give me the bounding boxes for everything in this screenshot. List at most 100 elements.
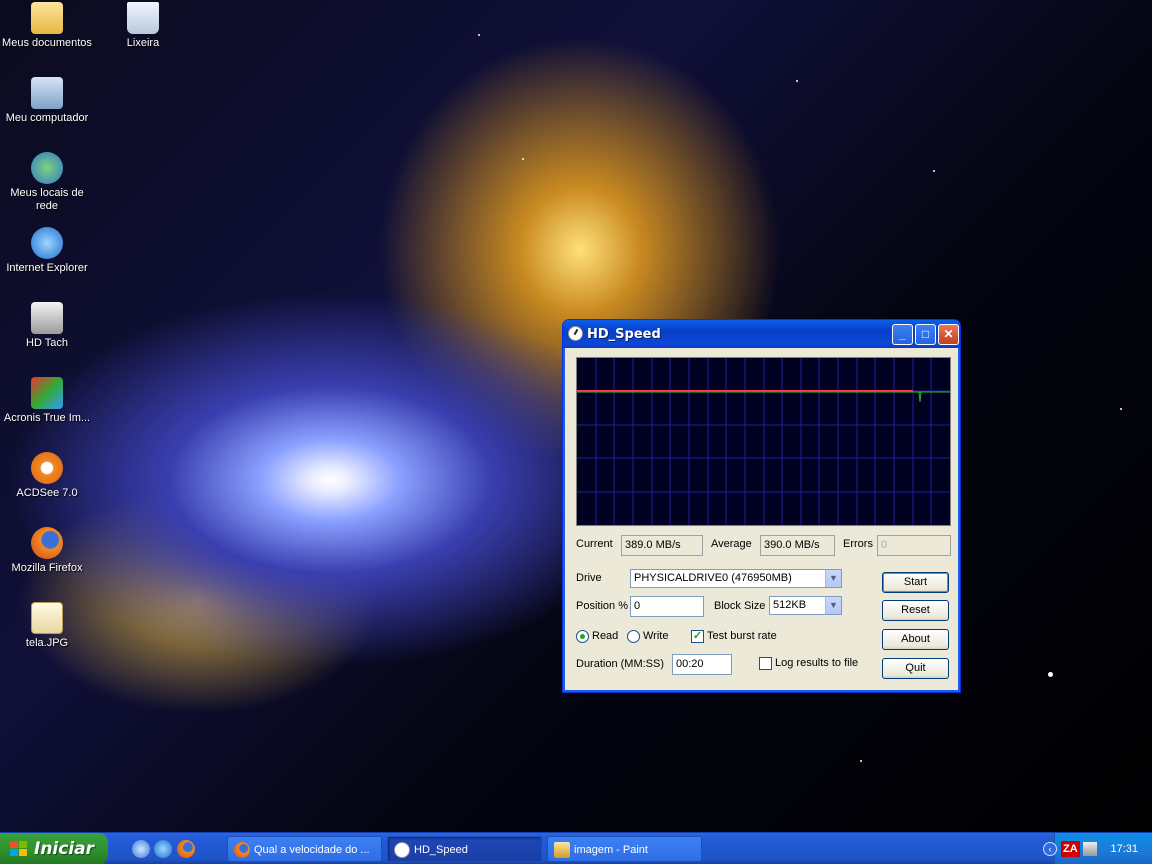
internet-explorer-icon[interactable] bbox=[154, 840, 172, 858]
maximize-button[interactable]: □ bbox=[915, 324, 936, 345]
errors-value: 0 bbox=[877, 535, 951, 556]
block-size-select-value: 512KB bbox=[773, 599, 807, 611]
firefox-icon bbox=[31, 527, 63, 559]
quit-button[interactable]: Quit bbox=[882, 658, 949, 679]
task-hd-speed[interactable]: HD_Speed bbox=[387, 836, 542, 862]
log-checkbox[interactable] bbox=[759, 657, 772, 670]
task-firefox[interactable]: Qual a velocidade do ... bbox=[227, 836, 382, 862]
graph-grid bbox=[577, 358, 950, 525]
position-label: Position % bbox=[576, 600, 628, 612]
desktop-icon-label: Mozilla Firefox bbox=[11, 562, 83, 574]
task-label: imagem - Paint bbox=[574, 844, 648, 856]
paint-icon bbox=[554, 842, 570, 858]
desktop-icon-hd-tach[interactable]: HD Tach bbox=[1, 302, 93, 350]
star bbox=[933, 170, 935, 172]
computer-icon bbox=[31, 77, 63, 109]
drive-select[interactable]: PHYSICALDRIVE0 (476950MB) ▼ bbox=[630, 569, 842, 588]
star bbox=[1120, 408, 1122, 410]
about-button[interactable]: About bbox=[882, 629, 949, 650]
star bbox=[1048, 672, 1053, 677]
hd-tach-icon bbox=[31, 302, 63, 334]
speed-graph-svg bbox=[577, 358, 950, 525]
desktop-icon-label: tela.JPG bbox=[25, 637, 69, 649]
burst-checkbox[interactable]: ✓ bbox=[691, 630, 704, 643]
clock: 17:31 bbox=[1110, 843, 1138, 855]
task-paint[interactable]: imagem - Paint bbox=[547, 836, 702, 862]
desktop-icon-label: Meu computador bbox=[5, 112, 89, 124]
read-radio[interactable] bbox=[576, 630, 589, 643]
desktop-icon-label: Acronis True Im... bbox=[3, 412, 91, 424]
folder-icon bbox=[31, 2, 63, 34]
show-desktop-icon[interactable] bbox=[132, 840, 150, 858]
start-button[interactable]: Iniciar bbox=[0, 833, 108, 864]
desktop-icon-meus-locais-de-rede[interactable]: Meus locais de rede bbox=[1, 152, 93, 213]
minimize-icon: _ bbox=[899, 327, 906, 341]
acdsee-icon bbox=[31, 452, 63, 484]
duration-label: Duration (MM:SS) bbox=[576, 658, 665, 670]
drive-label: Drive bbox=[576, 572, 602, 584]
jpg-file-icon bbox=[31, 602, 63, 634]
star bbox=[478, 34, 480, 36]
minimize-button[interactable]: _ bbox=[892, 324, 913, 345]
current-value: 389.0 MB/s bbox=[621, 535, 703, 556]
desktop-icon-lixeira[interactable]: Lixeira bbox=[97, 2, 189, 50]
desktop-icon-tela-jpg[interactable]: tela.JPG bbox=[1, 602, 93, 650]
reset-button[interactable]: Reset bbox=[882, 600, 949, 621]
duration-input[interactable]: 00:20 bbox=[672, 654, 732, 675]
desktop-icon-label: HD Tach bbox=[26, 337, 68, 349]
desktop-icon-acronis[interactable]: Acronis True Im... bbox=[1, 377, 93, 425]
log-label[interactable]: Log results to file bbox=[775, 657, 858, 669]
window-title: HD_Speed bbox=[587, 327, 661, 342]
chevron-down-icon[interactable]: ▼ bbox=[825, 570, 841, 587]
desktop-icon-meus-documentos[interactable]: Meus documentos bbox=[1, 2, 93, 50]
position-input[interactable]: 0 bbox=[630, 596, 704, 617]
desktop-icon-firefox[interactable]: Mozilla Firefox bbox=[1, 527, 93, 575]
show-hidden-icons-icon[interactable]: ‹ bbox=[1043, 842, 1057, 856]
start-button[interactable]: Start bbox=[882, 572, 949, 593]
taskbar: Iniciar Qual a velocidade do ... HD_Spee… bbox=[0, 832, 1152, 864]
desktop-icon-label: ACDSee 7.0 bbox=[16, 487, 78, 499]
desktop-icon-acdsee[interactable]: ACDSee 7.0 bbox=[1, 452, 93, 500]
star bbox=[860, 760, 862, 762]
system-tray: ‹ ZA 17:31 bbox=[1043, 833, 1152, 864]
desktop-icon-internet-explorer[interactable]: Internet Explorer bbox=[1, 227, 93, 275]
internet-explorer-icon bbox=[31, 227, 63, 259]
hd-speed-icon bbox=[568, 326, 583, 341]
current-label: Current bbox=[576, 538, 613, 550]
window-body: Current 389.0 MB/s Average 390.0 MB/s Er… bbox=[567, 348, 956, 688]
errors-label: Errors bbox=[843, 538, 873, 550]
close-button[interactable]: ✕ bbox=[938, 324, 959, 345]
network-icon bbox=[31, 152, 63, 184]
window-titlebar[interactable]: HD_Speed _ □ ✕ bbox=[563, 320, 960, 348]
checkmark-icon: ✓ bbox=[692, 630, 703, 642]
desktop-icon-label: Internet Explorer bbox=[6, 262, 88, 274]
burst-label[interactable]: Test burst rate bbox=[707, 630, 777, 642]
hd-speed-window: HD_Speed _ □ ✕ Current 389.0 MB/s Averag… bbox=[562, 319, 961, 693]
desktop-icon-label: Meus documentos bbox=[2, 37, 92, 49]
windows-logo-icon bbox=[10, 841, 28, 857]
average-label: Average bbox=[711, 538, 752, 550]
task-label: Qual a velocidade do ... bbox=[254, 844, 370, 856]
speed-graph bbox=[576, 357, 951, 526]
recycle-bin-icon bbox=[127, 2, 159, 34]
desktop-icon-meu-computador[interactable]: Meu computador bbox=[1, 77, 93, 125]
desktop-icon-label: Meus locais de rede bbox=[10, 187, 84, 212]
write-radio[interactable] bbox=[627, 630, 640, 643]
start-label: Iniciar bbox=[34, 839, 95, 859]
zonealarm-icon[interactable]: ZA bbox=[1061, 841, 1080, 857]
firefox-icon[interactable] bbox=[177, 840, 195, 858]
block-size-label: Block Size bbox=[714, 600, 766, 612]
network-status-icon[interactable] bbox=[1083, 842, 1097, 856]
block-size-select[interactable]: 512KB ▼ bbox=[769, 596, 842, 615]
star bbox=[522, 158, 524, 160]
maximize-icon: □ bbox=[921, 327, 930, 341]
firefox-icon bbox=[234, 842, 250, 858]
read-label[interactable]: Read bbox=[592, 630, 618, 642]
write-label[interactable]: Write bbox=[643, 630, 668, 642]
close-icon: ✕ bbox=[943, 327, 954, 341]
star bbox=[796, 80, 798, 82]
task-label: HD_Speed bbox=[414, 844, 468, 856]
hd-speed-icon bbox=[394, 842, 410, 858]
chevron-down-icon[interactable]: ▼ bbox=[825, 597, 841, 614]
average-value: 390.0 MB/s bbox=[760, 535, 835, 556]
